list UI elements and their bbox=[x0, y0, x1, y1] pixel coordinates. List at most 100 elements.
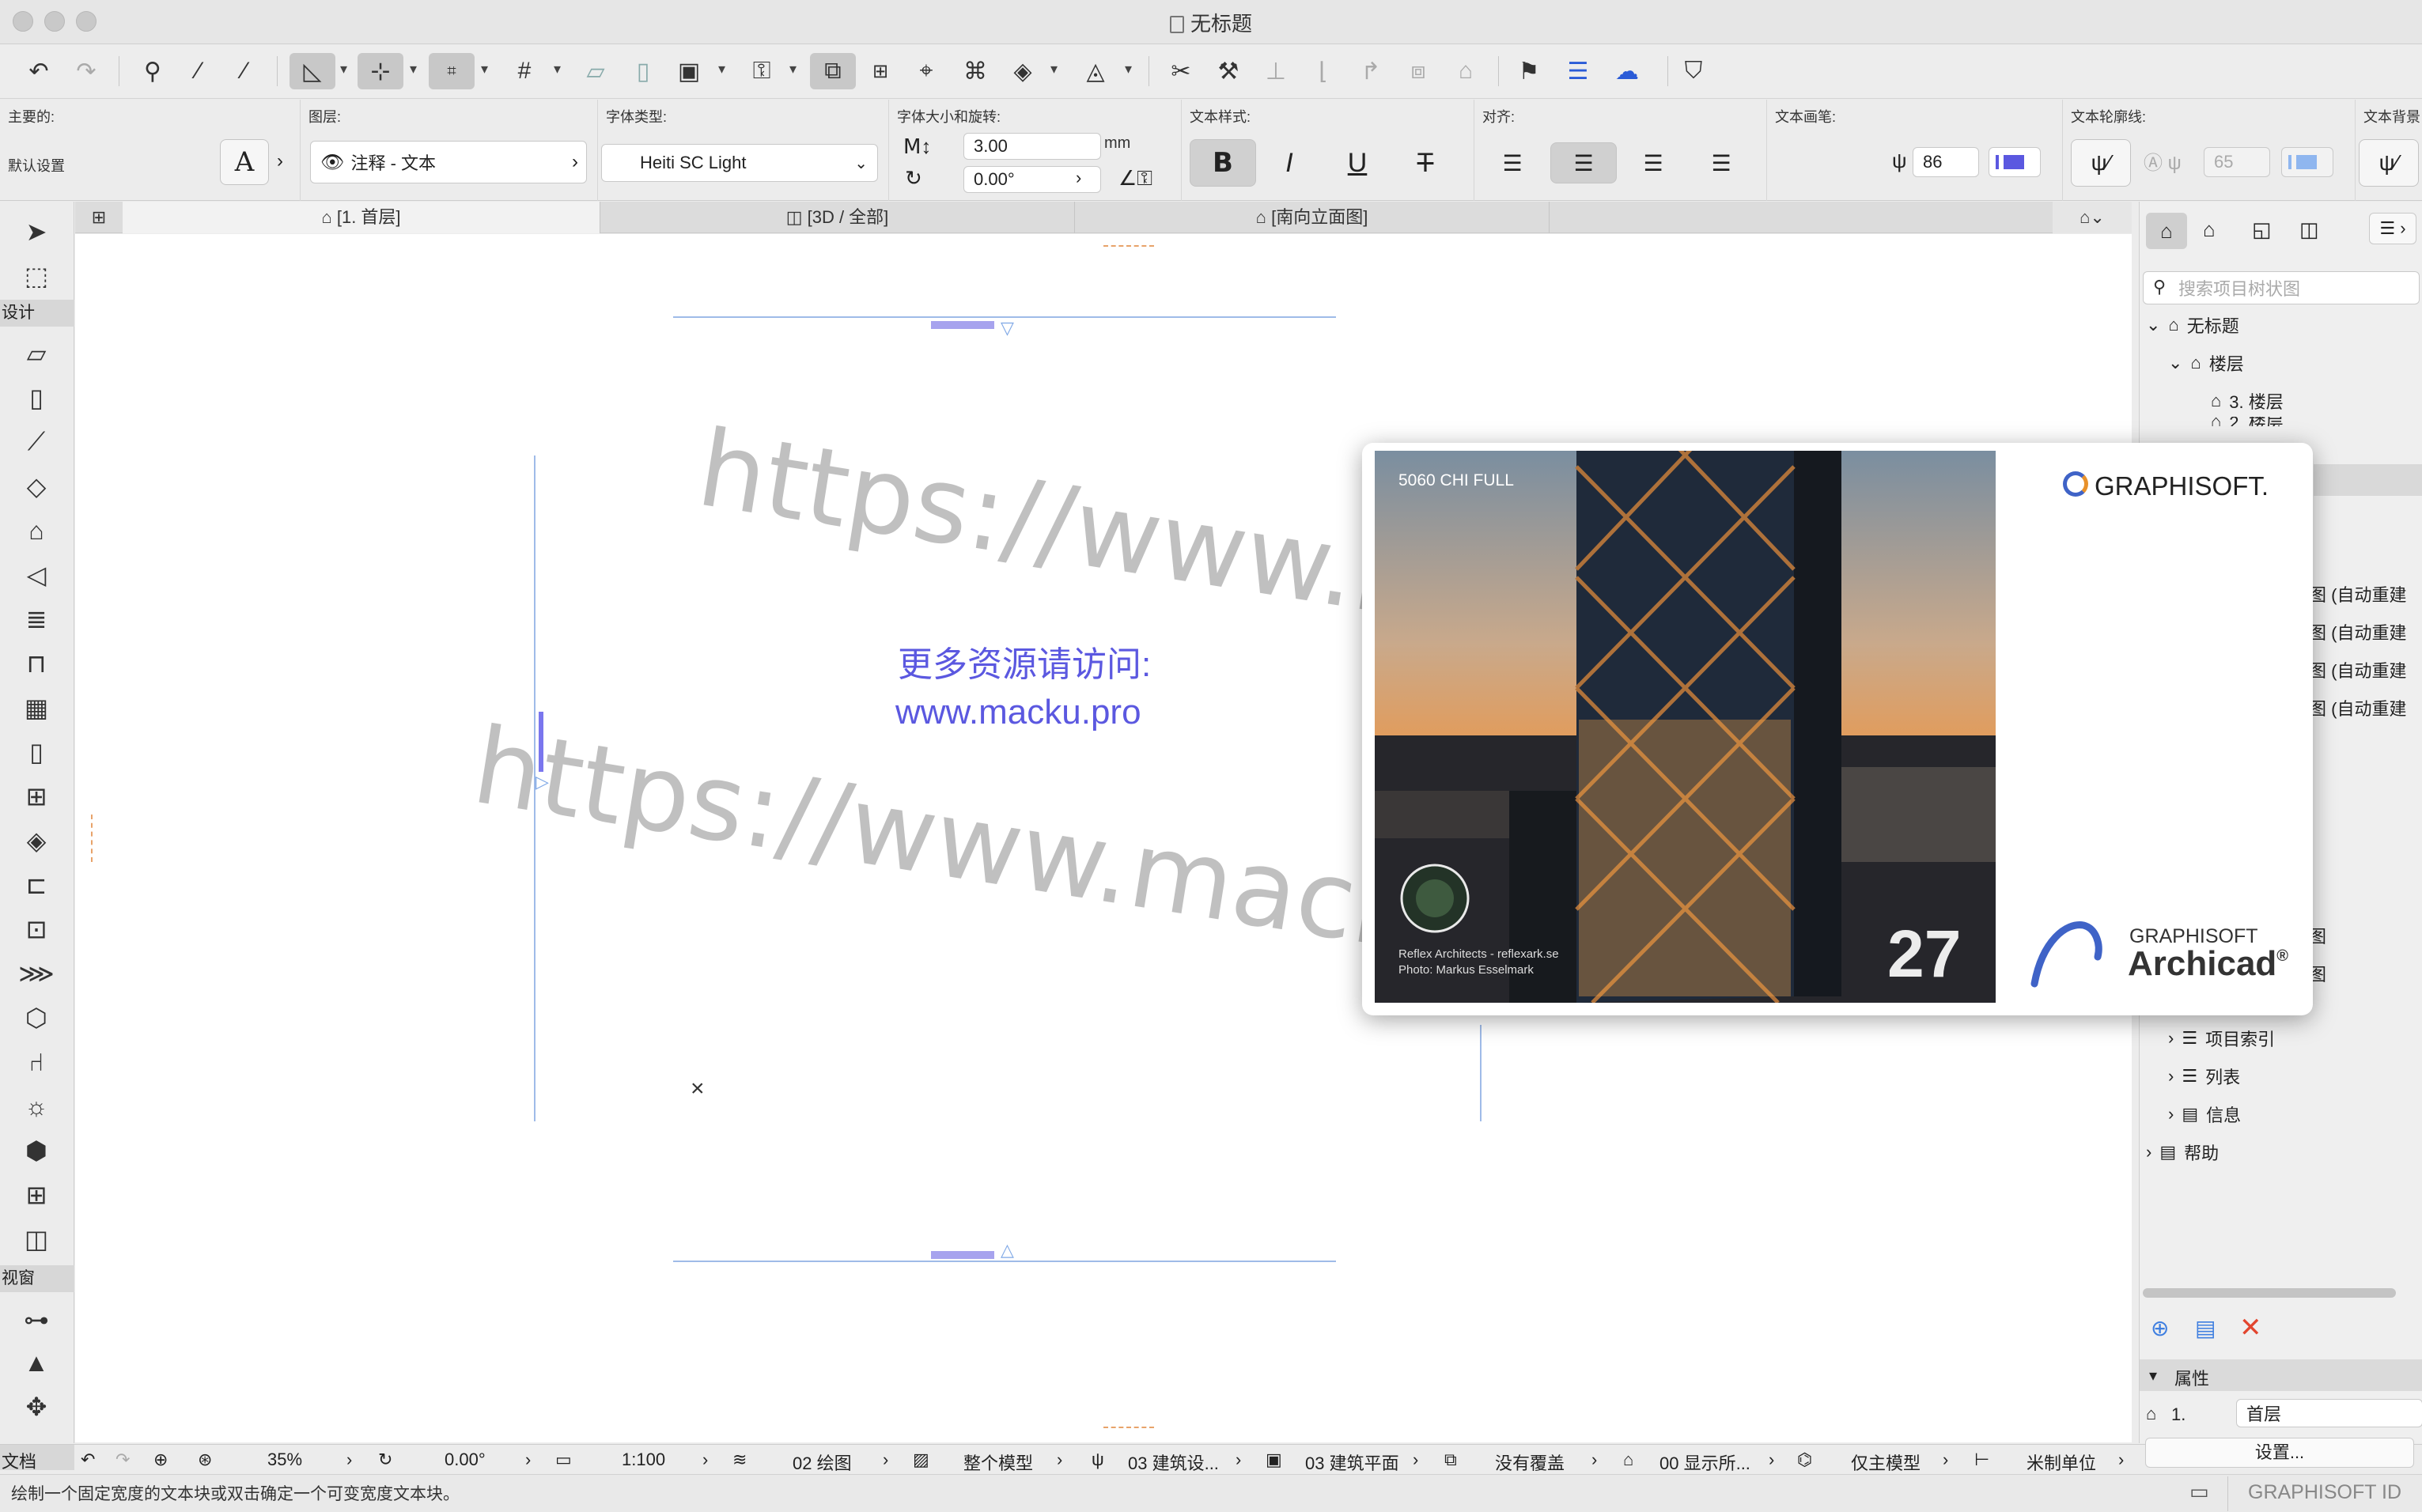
library-tool-icon[interactable]: ◫ bbox=[21, 1223, 52, 1255]
trace-ref-icon[interactable]: ▯ bbox=[625, 53, 661, 89]
curve-icon[interactable]: ↱ bbox=[1353, 53, 1389, 89]
model-view-value[interactable]: 整个模型 bbox=[963, 1450, 1033, 1475]
tree-item-stories[interactable]: ⌄ ⌂ 楼层 bbox=[2168, 350, 2244, 376]
zone-tool-icon[interactable]: ⬢ bbox=[21, 1135, 52, 1166]
object-tool-icon[interactable]: ⑁ bbox=[21, 1046, 52, 1078]
chevron-right-icon[interactable]: › bbox=[346, 1450, 352, 1470]
handle-bottom[interactable] bbox=[931, 1251, 994, 1259]
dimension-standard-value[interactable]: 米制单位 bbox=[2027, 1450, 2096, 1475]
property-name-input[interactable]: 首层 bbox=[2236, 1399, 2422, 1427]
chevron-right-icon[interactable]: › bbox=[1769, 1450, 1774, 1470]
zoom-in-icon[interactable]: ⊕ bbox=[153, 1450, 168, 1470]
morph-tool-icon[interactable]: ⬡ bbox=[21, 1002, 52, 1034]
chevron-right-icon[interactable]: › bbox=[277, 150, 283, 172]
skylight-tool-icon[interactable]: ◈ bbox=[21, 825, 52, 856]
chevron-right-icon[interactable]: › bbox=[1591, 1450, 1597, 1470]
column-tool-icon[interactable]: ▯ bbox=[21, 382, 52, 414]
layer-toggle-icon[interactable]: ▣ bbox=[671, 53, 707, 89]
issue-list-icon[interactable]: ☰ bbox=[1560, 53, 1596, 89]
elevation-tool-icon[interactable]: ▲ bbox=[21, 1347, 52, 1378]
mvo-icon[interactable]: ▣ bbox=[1266, 1450, 1282, 1470]
bim-cloud-icon[interactable]: ⛉ bbox=[1675, 53, 1712, 89]
resize-icon[interactable]: ⧈ bbox=[1400, 53, 1436, 89]
tab-elevation[interactable]: ⌂ [南向立面图] bbox=[1075, 202, 1550, 233]
slab-tool-icon[interactable]: ◇ bbox=[21, 471, 52, 502]
chevron-right-icon[interactable]: › bbox=[1057, 1450, 1062, 1470]
corner-window-tool-icon[interactable]: ⊡ bbox=[21, 913, 52, 945]
zoom-value[interactable]: 35% bbox=[267, 1450, 302, 1470]
undo-icon[interactable]: ↶ bbox=[21, 53, 57, 89]
dimension-icon[interactable]: ⊞ bbox=[862, 53, 899, 89]
outline-toggle-button[interactable]: ψ⁄ bbox=[2071, 139, 2131, 187]
undo-view-icon[interactable]: ↶ bbox=[81, 1450, 95, 1470]
door-tool-icon[interactable]: ▯ bbox=[21, 736, 52, 768]
align-left-button[interactable]: ☰ bbox=[1482, 142, 1542, 183]
italic-button[interactable]: I bbox=[1264, 139, 1315, 187]
layer-select[interactable]: 👁 注释 - 文本 › bbox=[310, 141, 587, 183]
redo-view-icon[interactable]: ↷ bbox=[115, 1450, 130, 1470]
tree-item-view[interactable]: 图 (自动重建 bbox=[2309, 619, 2406, 644]
chevron-down-icon[interactable]: ▾ bbox=[1050, 61, 1058, 77]
layer-combination-value[interactable]: 02 绘图 bbox=[793, 1450, 852, 1475]
bold-button[interactable]: B bbox=[1190, 139, 1256, 187]
settings-button[interactable]: 设置... bbox=[2145, 1438, 2414, 1468]
tree-item-view[interactable]: 图 (自动重建 bbox=[2309, 695, 2406, 720]
tree-item-story-3[interactable]: ⌂ 3. 楼层 bbox=[2211, 388, 2284, 414]
move-tool-icon[interactable]: ✥ bbox=[21, 1391, 52, 1423]
marquee-tool-icon[interactable]: ⬚ bbox=[21, 260, 52, 292]
chevron-down-icon[interactable]: ▾ bbox=[718, 61, 725, 77]
navigator-menu-button[interactable]: ☰ › bbox=[2369, 213, 2416, 244]
snap-guides-icon[interactable]: ⊹ bbox=[358, 53, 403, 89]
tab-3d[interactable]: ◫ [3D / 全部] bbox=[600, 202, 1075, 233]
dimension-icon[interactable]: ⊢ bbox=[1974, 1450, 1989, 1470]
strikethrough-button[interactable]: T bbox=[1400, 139, 1451, 187]
guide-lines-icon[interactable]: ◺ bbox=[290, 53, 335, 89]
chevron-right-icon[interactable]: › bbox=[2118, 1450, 2124, 1470]
text-settings-button[interactable]: A bbox=[220, 139, 269, 185]
pen-input[interactable]: 86 bbox=[1913, 147, 1979, 177]
cloud-icon[interactable]: ☁ bbox=[1609, 53, 1645, 89]
pick-up-icon[interactable]: ⁄ bbox=[180, 53, 217, 89]
tree-item-root[interactable]: ⌄ ⌂ 无标题 bbox=[2146, 312, 2239, 338]
angle-value[interactable]: 0.00° bbox=[445, 1450, 486, 1470]
renovation-filter-icon[interactable]: ⌂ bbox=[1623, 1450, 1633, 1470]
handle-top[interactable] bbox=[931, 321, 994, 329]
renovation-icon[interactable]: ◬ bbox=[1077, 53, 1114, 89]
shell-tool-icon[interactable]: ◁ bbox=[21, 559, 52, 591]
tree-item-story-2[interactable]: ⌂2. 楼层 bbox=[2211, 417, 2284, 426]
outline-pen-input[interactable]: 65 bbox=[2204, 147, 2270, 177]
chevron-right-icon[interactable]: › bbox=[1413, 1450, 1418, 1470]
font-size-input[interactable]: 3.00 bbox=[963, 133, 1101, 160]
redo-icon[interactable]: ↷ bbox=[68, 53, 104, 89]
chevron-down-icon[interactable]: ▾ bbox=[481, 61, 488, 77]
window-tool-icon[interactable]: ⊞ bbox=[21, 781, 52, 812]
pen-set-icon[interactable]: ψ bbox=[1092, 1450, 1104, 1470]
tree-item-project-index[interactable]: › ☰ 项目索引 bbox=[2168, 1026, 2275, 1051]
beam-tool-icon[interactable]: ⟋ bbox=[21, 426, 52, 458]
chevron-down-icon[interactable]: ▾ bbox=[1125, 61, 1132, 77]
layout-book-icon[interactable]: ◱ bbox=[2252, 217, 2272, 242]
view-map-icon[interactable]: ⌂ bbox=[2203, 217, 2216, 242]
chevron-down-icon[interactable]: ▾ bbox=[410, 61, 417, 77]
navigator-search-input[interactable]: ⚲ 搜索项目树状图 bbox=[2143, 271, 2420, 304]
override-icon[interactable]: ⧉ bbox=[1444, 1450, 1457, 1470]
split-icon[interactable]: ✂ bbox=[1163, 53, 1199, 89]
chevron-down-icon[interactable]: ▾ bbox=[789, 61, 797, 77]
chevron-right-icon[interactable]: › bbox=[702, 1450, 708, 1470]
pen-color-swatch[interactable] bbox=[1989, 147, 2041, 177]
scale-icon[interactable]: ▭ bbox=[555, 1450, 572, 1470]
roof-tool-icon[interactable]: ⌂ bbox=[21, 515, 52, 546]
grid-tool-icon[interactable]: ⊞ bbox=[21, 1179, 52, 1211]
offset-icon[interactable]: ⌖ bbox=[908, 53, 944, 89]
tree-item-view[interactable]: 图 (自动重建 bbox=[2309, 657, 2406, 682]
chevron-down-icon[interactable]: ▾ bbox=[340, 61, 347, 77]
fit-zoom-icon[interactable]: ⊛ bbox=[198, 1450, 212, 1470]
align-justify-button[interactable]: ☰ bbox=[1691, 142, 1751, 183]
tree-item-help[interactable]: › ▤ 帮助 bbox=[2146, 1140, 2219, 1165]
house-icon[interactable]: ⌂ bbox=[1448, 53, 1484, 89]
scale-value[interactable]: 1:100 bbox=[622, 1450, 665, 1470]
grid-snap-icon[interactable]: # bbox=[506, 53, 543, 89]
elevate-icon[interactable]: ◈ bbox=[1005, 53, 1041, 89]
find-select-icon[interactable]: ⚲ bbox=[134, 53, 171, 89]
chevron-right-icon[interactable]: › bbox=[1076, 168, 1081, 188]
